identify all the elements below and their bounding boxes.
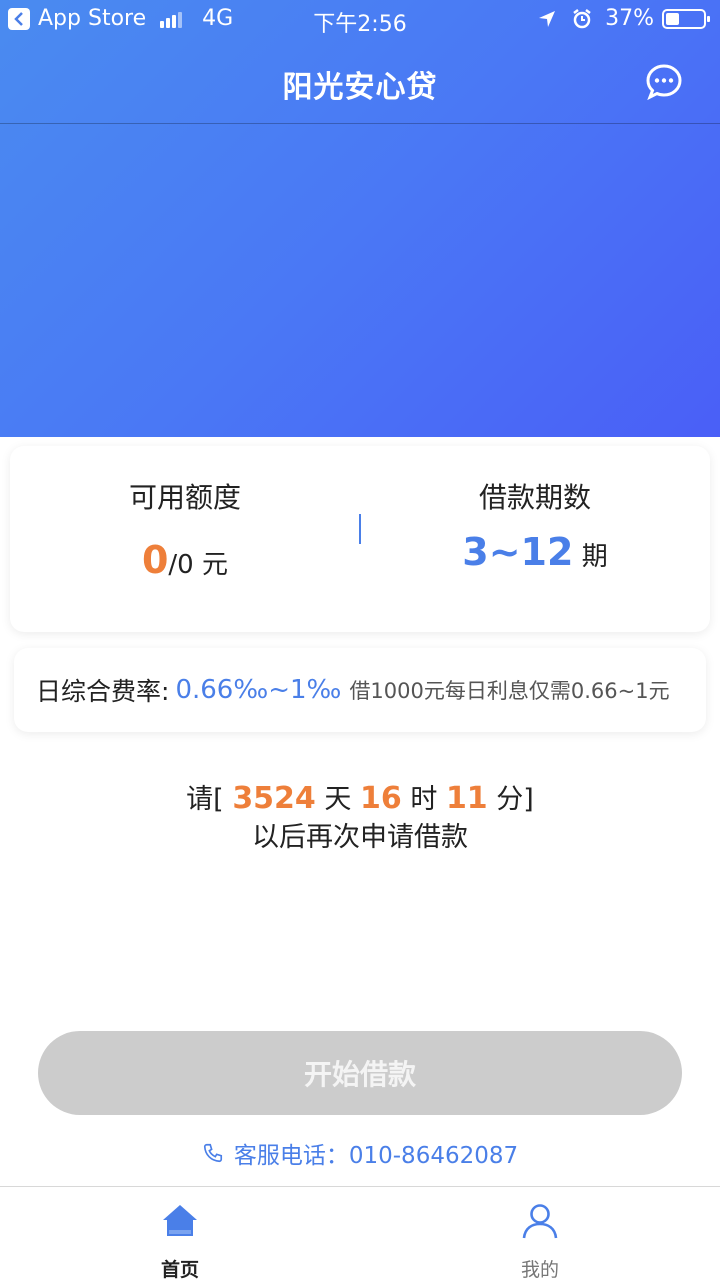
rate-card: 日综合费率: 0.66‰~1‰ 借1000元每日利息仅需0.66~1元 <box>14 648 706 732</box>
location-icon <box>539 10 556 27</box>
available-credit-label: 可用额度 <box>128 481 241 514</box>
customer-service[interactable]: 客服电话：010-86462087 <box>0 1136 720 1170</box>
term-range: 3~12 <box>462 530 574 574</box>
loan-term: 借款期数 3~12 期 <box>360 446 710 632</box>
home-icon <box>163 1205 197 1236</box>
phone-icon <box>203 1143 222 1163</box>
tab-mine-label: 我的 <box>520 1259 559 1281</box>
countdown-suffix: 以后再次申请借款 <box>252 822 468 853</box>
alarm-icon <box>573 8 591 28</box>
loan-term-label: 借款期数 <box>478 481 591 514</box>
available-credit-value: 0/0 元 <box>10 538 360 582</box>
countdown-prefix: 请[ <box>186 784 224 815</box>
rate-value: 0.66‰~1‰ <box>175 675 342 705</box>
battery-icon <box>662 8 710 29</box>
rate-label: 日综合费率: <box>36 677 170 706</box>
countdown: 请[ 3524 天 16 时 11 分] 以后再次申请借款 <box>0 780 720 857</box>
countdown-hours-unit: 时 <box>410 784 438 815</box>
start-loan-button[interactable]: 开始借款 <box>38 1031 682 1115</box>
countdown-minutes: 11 <box>445 781 488 816</box>
battery-label: 37% <box>605 6 654 31</box>
available-total: /0 <box>168 550 194 580</box>
rate-note: 借1000元每日利息仅需0.66~1元 <box>349 679 670 703</box>
countdown-minutes-unit: 分] <box>496 784 534 815</box>
countdown-line: 请[ 3524 天 16 时 11 分] <box>0 780 720 819</box>
countdown-hours: 16 <box>360 781 402 816</box>
tab-bar: 首页 我的 <box>0 1186 720 1281</box>
nav-divider <box>0 123 720 124</box>
status-right: 37% <box>537 6 710 31</box>
page-title: 阳光安心贷 <box>282 70 438 105</box>
countdown-days-unit: 天 <box>324 784 352 815</box>
available-credit: 可用额度 0/0 元 <box>10 446 360 632</box>
status-bar: App Store 4G 下午2:56 37% <box>0 0 720 40</box>
tab-mine[interactable]: 我的 <box>360 1187 720 1281</box>
battery-fill <box>666 12 679 25</box>
nav-bar: 阳光安心贷 <box>0 40 720 124</box>
tab-home[interactable]: 首页 <box>0 1187 360 1281</box>
credit-card: 可用额度 0/0 元 借款期数 3~12 期 <box>10 446 710 632</box>
tab-home-label: 首页 <box>160 1259 199 1281</box>
available-unit: 元 <box>202 550 229 580</box>
term-unit: 期 <box>581 542 608 572</box>
service-phone-label: 客服电话：010-86462087 <box>233 1143 519 1169</box>
available-amount: 0 <box>141 538 169 582</box>
loan-term-value: 3~12 期 <box>360 530 710 574</box>
countdown-days: 3524 <box>232 781 316 816</box>
chat-bubble-icon[interactable] <box>644 62 684 102</box>
person-icon <box>522 1204 558 1239</box>
